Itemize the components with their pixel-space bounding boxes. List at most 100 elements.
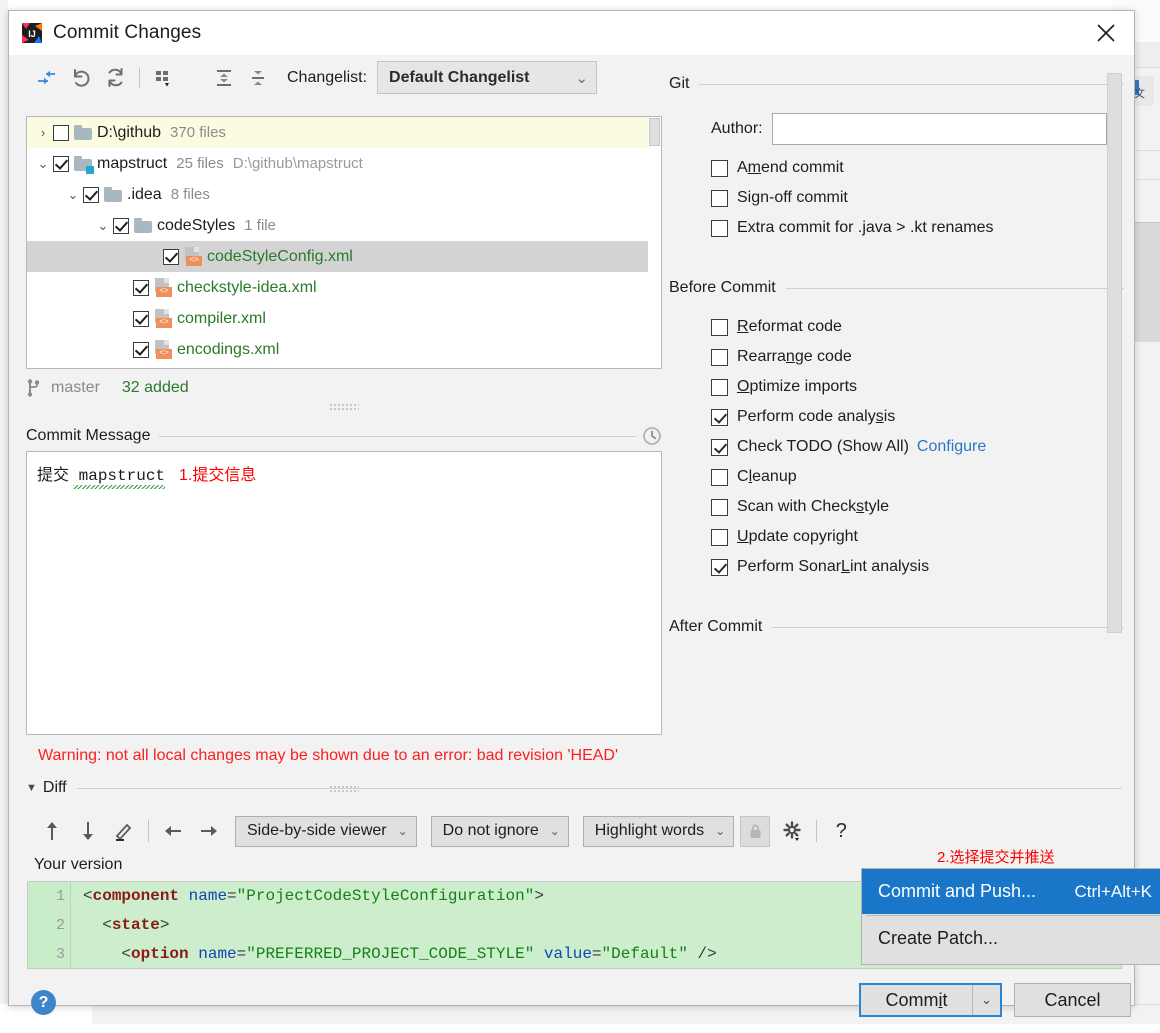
tree-row-checkbox[interactable] (83, 187, 99, 203)
reformat-code-label: Reformat code (737, 318, 842, 336)
chevron-down-icon: ⌄ (561, 69, 588, 87)
option-amend-commit[interactable]: Amend commit (669, 153, 1124, 183)
scan-with-checkstyle-checkbox[interactable] (711, 499, 728, 516)
reformat-code-checkbox[interactable] (711, 319, 728, 336)
help-button[interactable]: ? (31, 990, 56, 1015)
diff-collapse-twisty-icon[interactable]: ▼ (26, 782, 37, 794)
splitter-grip[interactable] (329, 403, 359, 410)
question-mark-icon[interactable]: ? (823, 816, 859, 846)
option-sign-off-commit[interactable]: Sign-off commit (669, 183, 1124, 213)
clock-history-icon[interactable] (636, 426, 662, 446)
changes-tree[interactable]: ›D:\github370 files⌄mapstruct25 filesD:\… (26, 116, 662, 369)
translate-icon-cjk: 文 (1134, 85, 1145, 101)
tree-row-file-count: 8 files (171, 186, 210, 203)
rearrange-code-checkbox[interactable] (711, 349, 728, 366)
author-field[interactable] (772, 113, 1107, 145)
intellij-idea-logo: IJ (21, 22, 43, 44)
option-optimize-imports[interactable]: Optimize imports (669, 372, 1124, 402)
commit-options-panel: Git Author: Amend commitSign-off commitE… (669, 73, 1124, 741)
accept-left-icon[interactable] (155, 816, 191, 846)
refresh-icon[interactable] (98, 63, 132, 93)
chevron-down-icon[interactable]: ⌄ (93, 218, 113, 234)
option-update-copyright[interactable]: Update copyright (669, 522, 1124, 552)
branch-status-row: master 32 added (26, 374, 662, 402)
changelist-dropdown[interactable]: Default Changelist ⌄ (377, 61, 597, 94)
option-extra-commit-renames[interactable]: Extra commit for .java > .kt renames (669, 213, 1124, 243)
ignore-policy-dropdown[interactable]: Do not ignore ⌄ (431, 816, 569, 847)
tree-row-checkbox[interactable] (133, 342, 149, 358)
tree-row-checkbox[interactable] (163, 249, 179, 265)
viewer-mode-dropdown[interactable]: Side-by-side viewer ⌄ (235, 816, 417, 847)
git-branch-icon (26, 379, 43, 397)
expand-all-icon[interactable] (207, 63, 241, 93)
xml-file-icon: <> (154, 340, 172, 359)
option-perform-sonarlint-analysis[interactable]: Perform SonarLint analysis (669, 552, 1124, 582)
next-difference-icon[interactable] (70, 816, 106, 846)
tree-row-name: checkstyle-idea.xml (177, 279, 317, 297)
chevron-down-icon[interactable]: ⌄ (63, 187, 83, 203)
tree-row-checkbox[interactable] (133, 311, 149, 327)
tree-row[interactable]: <>codeStyleConfig.xml (27, 241, 661, 272)
option-scan-with-checkstyle[interactable]: Scan with Checkstyle (669, 492, 1124, 522)
cancel-button[interactable]: Cancel (1014, 983, 1131, 1017)
tree-row-checkbox[interactable] (113, 218, 129, 234)
code-token-punct: < (83, 945, 131, 963)
code-token-tag: option (131, 945, 189, 963)
tree-scrollbar-thumb[interactable] (649, 118, 660, 146)
git-section-title: Git (669, 75, 699, 93)
tree-row-checkbox[interactable] (133, 280, 149, 296)
extra-commit-renames-checkbox[interactable] (711, 220, 728, 237)
code-token-punct (189, 945, 199, 963)
chevron-down-icon[interactable]: ⌄ (33, 156, 53, 172)
tree-row-checkbox[interactable] (53, 156, 69, 172)
commit-button[interactable]: Commit (861, 985, 972, 1015)
option-rearrange-code[interactable]: Rearrange code (669, 342, 1124, 372)
collapse-all-icon[interactable] (241, 63, 275, 93)
tree-indent-spacer (143, 249, 163, 264)
option-perform-code-analysis[interactable]: Perform code analysis (669, 402, 1124, 432)
lock-icon[interactable] (740, 816, 770, 847)
tree-row[interactable]: ⌄.idea8 files (27, 179, 661, 210)
check-todo-checkbox[interactable] (711, 439, 728, 456)
edit-source-icon[interactable] (106, 816, 142, 846)
update-copyright-checkbox[interactable] (711, 529, 728, 546)
commit-dropdown-arrow-icon[interactable]: ⌄ (972, 985, 1000, 1015)
amend-commit-checkbox[interactable] (711, 160, 728, 177)
previous-difference-icon[interactable] (34, 816, 70, 846)
chevron-right-icon[interactable]: › (33, 125, 53, 140)
close-icon[interactable] (1084, 15, 1128, 51)
optimize-imports-checkbox[interactable] (711, 379, 728, 396)
diff-section-header[interactable]: ▼ Diff (26, 777, 1122, 799)
tree-row[interactable]: <>checkstyle-idea.xml (27, 272, 661, 303)
tree-row[interactable]: ⌄mapstruct25 filesD:\github\mapstruct (27, 148, 661, 179)
diff-splitter-grip[interactable] (329, 785, 359, 792)
option-reformat-code[interactable]: Reformat code (669, 312, 1124, 342)
tree-row-checkbox[interactable] (53, 125, 69, 141)
accept-right-icon[interactable] (191, 816, 227, 846)
menu-item-commit-and-push[interactable]: Commit and Push...Ctrl+Alt+K (862, 869, 1160, 914)
rollback-icon[interactable] (64, 63, 98, 93)
commit-message-title: Commit Message (26, 427, 159, 445)
gear-icon[interactable] (774, 816, 810, 846)
perform-sonarlint-analysis-checkbox[interactable] (711, 559, 728, 576)
commit-options-popup-menu[interactable]: Commit and Push...Ctrl+Alt+KCreate Patch… (861, 868, 1160, 965)
sign-off-commit-checkbox[interactable] (711, 190, 728, 207)
tree-scrollbar[interactable] (648, 117, 661, 368)
commit-message-input[interactable]: 提交 mapstruct (26, 451, 662, 735)
tree-row[interactable]: <>encodings.xml (27, 334, 661, 365)
configure-link[interactable]: Configure (917, 438, 986, 456)
perform-code-analysis-checkbox[interactable] (711, 409, 728, 426)
option-cleanup[interactable]: Cleanup (669, 462, 1124, 492)
diff-line-code: <state> (83, 911, 169, 940)
tree-row[interactable]: ⌄codeStyles1 file (27, 210, 661, 241)
options-scrollbar[interactable] (1107, 73, 1122, 633)
tree-row[interactable]: ›D:\github370 files (27, 117, 661, 148)
menu-item-create-patch[interactable]: Create Patch... (862, 916, 1160, 961)
group-by-icon[interactable] (147, 63, 181, 93)
highlight-policy-dropdown[interactable]: Highlight words ⌄ (583, 816, 734, 847)
code-token-punct: /> (688, 945, 717, 963)
cleanup-checkbox[interactable] (711, 469, 728, 486)
collapse-to-selection-icon[interactable] (30, 63, 64, 93)
option-check-todo[interactable]: Check TODO (Show All)Configure (669, 432, 1124, 462)
tree-row[interactable]: <>compiler.xml (27, 303, 661, 334)
